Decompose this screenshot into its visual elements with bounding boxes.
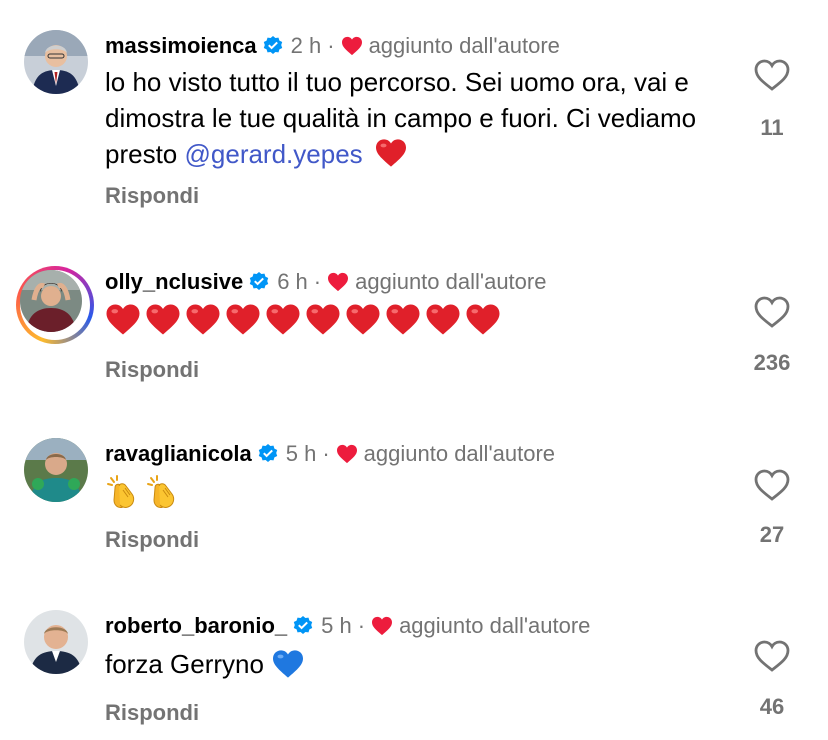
comment-header: ravaglianicola 5 h · aggiunto dall'autor… (105, 439, 555, 469)
emoji-row (105, 303, 501, 336)
red-heart-icon (306, 304, 340, 335)
emoji-row (105, 474, 181, 510)
separator: · (357, 613, 366, 638)
like-count: 27 (759, 522, 785, 547)
verified-badge-icon (258, 444, 277, 462)
timestamp[interactable]: 2 h (291, 33, 322, 59)
blue-heart-icon (273, 650, 304, 678)
red-heart-icon (146, 304, 180, 335)
comment-body: forza Gerryno (105, 649, 272, 679)
red-heart-icon (466, 304, 500, 335)
separator: · (327, 33, 335, 58)
author-badge-text: aggiunto dall'autore (368, 33, 560, 58)
author-liked-heart-icon (341, 36, 362, 56)
author-badge-text: aggiunto dall'autore (399, 613, 591, 638)
like-heart-icon[interactable] (752, 57, 792, 93)
verified-badge-icon (293, 616, 313, 634)
username[interactable]: olly_nclusive (105, 269, 243, 295)
verified-badge-icon (249, 272, 269, 290)
person-portrait-avatar-icon (24, 610, 88, 674)
like-count: 11 (760, 115, 784, 140)
author-liked-heart-icon (328, 272, 349, 292)
like-count: 46 (759, 694, 785, 719)
avatar[interactable] (16, 266, 94, 344)
timestamp[interactable]: 5 h (286, 441, 317, 467)
like-heart-icon[interactable] (752, 638, 792, 674)
username[interactable]: roberto_baronio_ (105, 613, 287, 639)
mention-link[interactable]: @gerard.yepes (185, 139, 363, 169)
comment-text: lo ho visto tutto il tuo percorso. Sei u… (105, 64, 745, 172)
comment-header: olly_nclusive 6 h · aggiunto dall'autore (105, 267, 546, 297)
red-heart-icon (386, 304, 420, 335)
author-badge-text: aggiunto dall'autore (355, 269, 547, 294)
verified-badge-icon (263, 36, 282, 54)
avatar[interactable] (24, 438, 88, 502)
red-heart-icon (375, 139, 406, 167)
separator: · (313, 269, 322, 294)
comment-header: massimoienca 2 h · aggiunto dall'autore (105, 31, 560, 61)
avatar[interactable] (24, 30, 88, 94)
clapping-hands-icon (147, 475, 175, 508)
author-badge-text: aggiunto dall'autore (363, 441, 556, 466)
reply-button[interactable]: Rispondi (105, 700, 199, 726)
author-liked-heart-icon (336, 444, 357, 464)
timestamp[interactable]: 6 h (277, 269, 308, 295)
person-goalkeeper-avatar-icon (24, 438, 88, 502)
red-heart-icon (346, 304, 380, 335)
avatar[interactable] (24, 610, 88, 674)
reply-button[interactable]: Rispondi (105, 357, 199, 383)
red-heart-icon (226, 304, 260, 335)
separator: · (322, 441, 330, 466)
comment-header: roberto_baronio_ 5 h · aggiunto dall'aut… (105, 611, 590, 641)
red-heart-icon (266, 304, 300, 335)
clapping-hands-icon (107, 475, 135, 508)
author-liked-heart-icon (372, 616, 393, 636)
like-heart-icon[interactable] (752, 294, 792, 330)
like-heart-icon[interactable] (752, 467, 792, 503)
person-suit-avatar-icon (24, 30, 88, 94)
reply-button[interactable]: Rispondi (105, 527, 199, 553)
red-heart-icon (426, 304, 460, 335)
red-heart-icon (106, 304, 140, 335)
person-story-avatar-icon (20, 270, 82, 332)
like-count: 236 (753, 350, 791, 375)
username[interactable]: massimoienca (105, 33, 257, 59)
comment-text: forza Gerryno (105, 646, 745, 682)
reply-button[interactable]: Rispondi (105, 183, 199, 209)
timestamp[interactable]: 5 h (321, 613, 352, 639)
username[interactable]: ravaglianicola (105, 441, 252, 467)
red-heart-icon (186, 304, 220, 335)
